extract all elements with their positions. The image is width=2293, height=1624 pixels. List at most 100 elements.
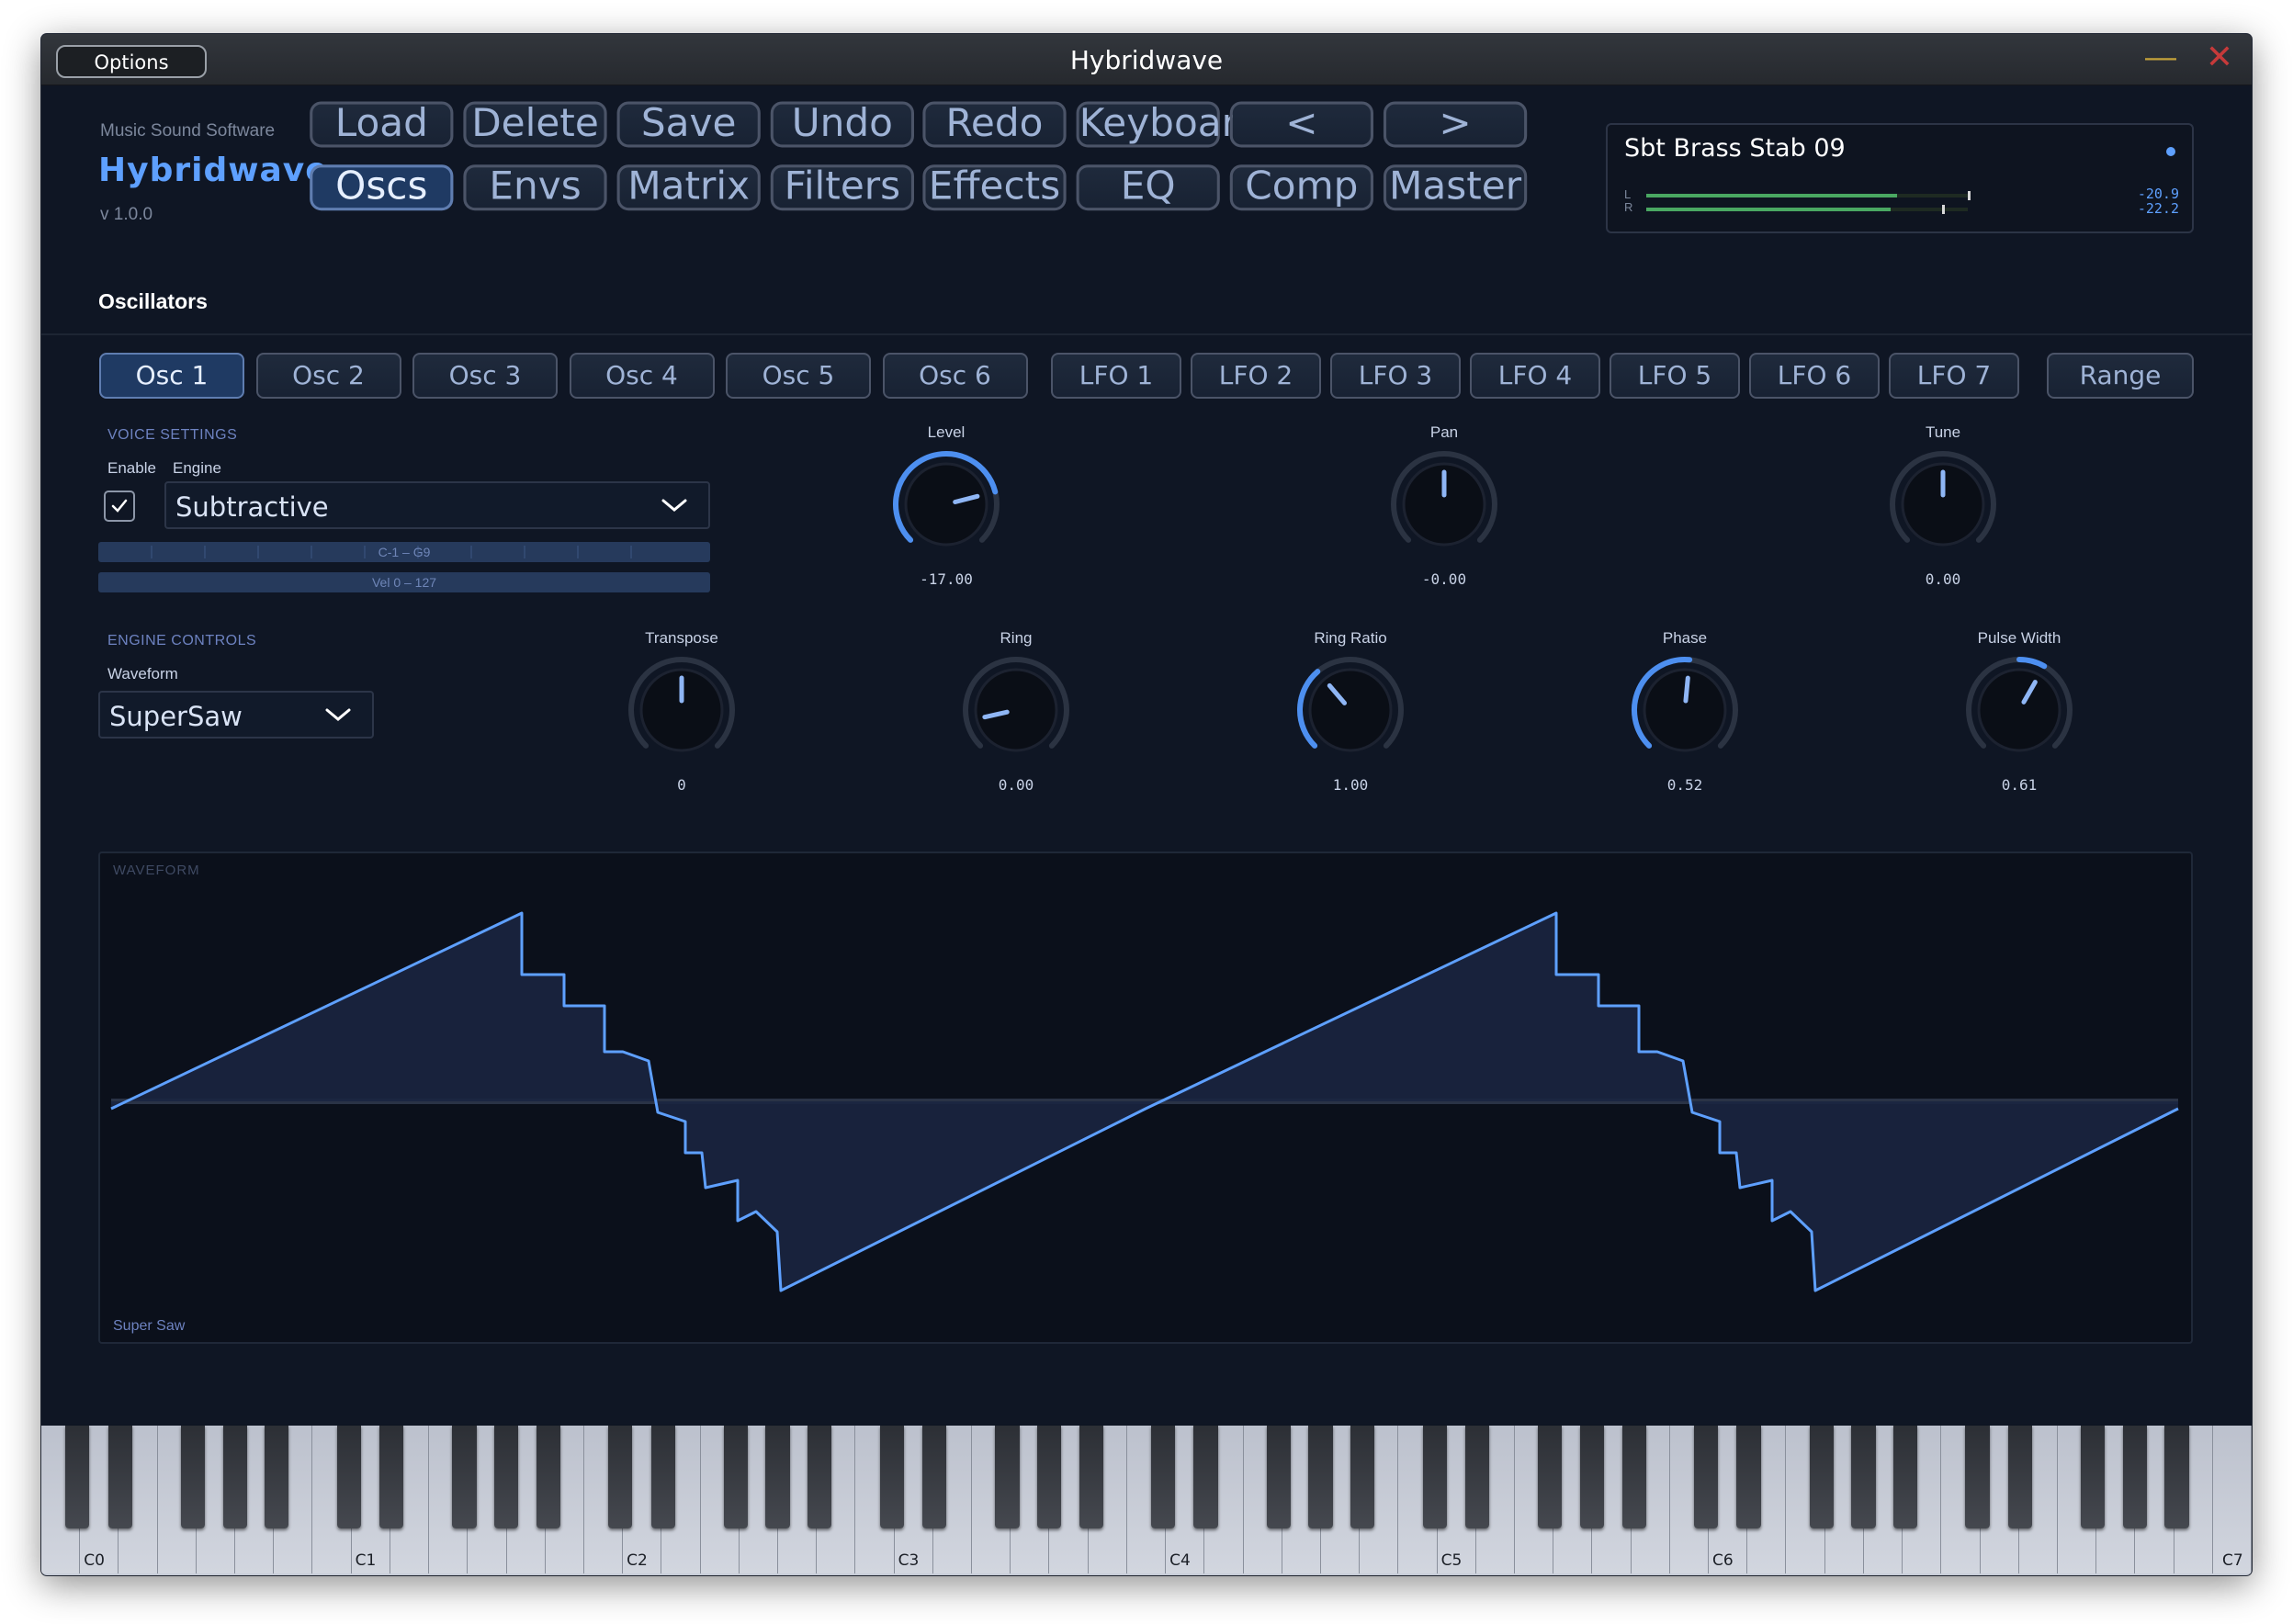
phase-knob-value: 0.52 — [1666, 776, 1703, 794]
eq-button[interactable]: EQ — [1076, 164, 1220, 211]
black-key[interactable] — [336, 1426, 361, 1528]
preset-display[interactable]: Sbt Brass Stab 09 L R -20.9 -22.2 — [1606, 123, 2194, 233]
black-key[interactable] — [222, 1426, 247, 1528]
black-key[interactable] — [1350, 1426, 1375, 1528]
effects-button[interactable]: Effects — [922, 164, 1067, 211]
save-button[interactable]: Save — [616, 101, 761, 148]
black-key[interactable] — [180, 1426, 206, 1528]
delete-button[interactable]: Delete — [463, 101, 607, 148]
tab-lfo-3[interactable]: LFO 3 — [1330, 353, 1461, 399]
prev-button[interactable]: < — [1229, 101, 1373, 148]
waveform-dropdown[interactable]: SuperSaw — [98, 691, 374, 739]
tab-osc-4[interactable]: Osc 4 — [569, 353, 715, 399]
tune-knob[interactable] — [1886, 447, 2000, 561]
black-key[interactable] — [1151, 1426, 1176, 1528]
tune-knob-label: Tune — [1925, 423, 1961, 441]
checkmark-icon — [111, 499, 128, 513]
velocity-range-label: Vel 0 – 127 — [371, 575, 437, 590]
ring-ratio-knob[interactable] — [1293, 653, 1407, 767]
meter-left-label: L — [1624, 187, 1632, 201]
minimize-icon[interactable]: — — [2145, 39, 2176, 75]
envs-button[interactable]: Envs — [463, 164, 607, 211]
black-key[interactable] — [765, 1426, 790, 1528]
black-key[interactable] — [107, 1426, 132, 1528]
tab-lfo-5[interactable]: LFO 5 — [1610, 353, 1740, 399]
black-key[interactable] — [1736, 1426, 1761, 1528]
black-key[interactable] — [1266, 1426, 1291, 1528]
enable-checkbox[interactable] — [104, 491, 135, 522]
next-button[interactable]: > — [1383, 101, 1528, 148]
redo-button[interactable]: Redo — [922, 101, 1067, 148]
undo-button[interactable]: Undo — [770, 101, 914, 148]
tab-osc-6[interactable]: Osc 6 — [882, 353, 1028, 399]
phase-knob[interactable] — [1628, 653, 1742, 767]
piano-keyboard[interactable]: C0 C1 C2 C3 C4 C5 C6 C7 — [41, 1426, 2252, 1575]
key-label-c6: C6 — [1712, 1551, 1734, 1570]
tune-knob-value: 0.00 — [1925, 570, 1961, 588]
black-key[interactable] — [995, 1426, 1020, 1528]
key-range-bar[interactable]: C-1 – G9 — [98, 542, 710, 562]
black-key[interactable] — [1621, 1426, 1646, 1528]
black-key[interactable] — [494, 1426, 519, 1528]
close-icon[interactable]: ✕ — [2206, 38, 2233, 76]
black-key[interactable] — [1193, 1426, 1218, 1528]
black-key[interactable] — [536, 1426, 560, 1528]
transpose-knob[interactable] — [625, 653, 739, 767]
tab-lfo-7[interactable]: LFO 7 — [1889, 353, 2019, 399]
tab-osc-1[interactable]: Osc 1 — [99, 353, 244, 399]
black-key[interactable] — [265, 1426, 289, 1528]
black-key[interactable] — [1694, 1426, 1719, 1528]
black-key[interactable] — [1422, 1426, 1447, 1528]
black-key[interactable] — [650, 1426, 675, 1528]
tab-lfo-6[interactable]: LFO 6 — [1749, 353, 1880, 399]
tab-osc-5[interactable]: Osc 5 — [726, 353, 871, 399]
filters-button[interactable]: Filters — [770, 164, 914, 211]
black-key[interactable] — [2122, 1426, 2148, 1528]
tab-lfo-4[interactable]: LFO 4 — [1470, 353, 1600, 399]
chevron-down-icon — [325, 708, 351, 721]
black-key[interactable] — [808, 1426, 832, 1528]
engine-controls-heading: ENGINE CONTROLS — [107, 633, 257, 648]
black-key[interactable] — [1538, 1426, 1563, 1528]
black-key[interactable] — [1965, 1426, 1990, 1528]
tab-lfo-2[interactable]: LFO 2 — [1191, 353, 1321, 399]
velocity-range-bar[interactable]: Vel 0 – 127 — [98, 572, 710, 592]
black-key[interactable] — [65, 1426, 90, 1528]
black-key[interactable] — [379, 1426, 404, 1528]
black-key[interactable] — [2007, 1426, 2033, 1528]
pulse-width-knob-arc — [2016, 657, 2048, 670]
pulse-width-knob[interactable] — [1962, 653, 2076, 767]
black-key[interactable] — [2164, 1426, 2189, 1528]
black-key[interactable] — [922, 1426, 947, 1528]
black-key[interactable] — [879, 1426, 904, 1528]
pan-knob[interactable] — [1387, 447, 1501, 561]
black-key[interactable] — [608, 1426, 633, 1528]
black-key[interactable] — [1464, 1426, 1490, 1528]
keyboard-button[interactable]: Keyboard — [1076, 101, 1261, 148]
load-button[interactable]: Load — [310, 101, 454, 148]
tab-osc-2[interactable]: Osc 2 — [255, 353, 401, 399]
comp-button[interactable]: Comp — [1229, 164, 1373, 211]
pulse-width-knob-value: 0.61 — [2001, 776, 2038, 794]
black-key[interactable] — [723, 1426, 749, 1528]
tab-osc-3[interactable]: Osc 3 — [412, 353, 558, 399]
master-button[interactable]: Master — [1383, 164, 1528, 211]
oscs-button[interactable]: Oscs — [310, 164, 454, 211]
black-key[interactable] — [1579, 1426, 1605, 1528]
engine-dropdown[interactable]: Subtractive — [164, 481, 710, 529]
black-key[interactable] — [1851, 1426, 1876, 1528]
black-key[interactable] — [1079, 1426, 1103, 1528]
black-key[interactable] — [452, 1426, 477, 1528]
black-key[interactable] — [2081, 1426, 2106, 1528]
level-knob[interactable] — [889, 447, 1003, 561]
ring-knob[interactable] — [959, 653, 1073, 767]
level-knob-value: -17.00 — [920, 570, 973, 588]
tab-lfo-1[interactable]: LFO 1 — [1051, 353, 1181, 399]
black-key[interactable] — [1809, 1426, 1834, 1528]
black-key[interactable] — [1308, 1426, 1333, 1528]
tab-range[interactable]: Range — [2047, 353, 2194, 399]
black-key[interactable] — [1892, 1426, 1918, 1528]
matrix-button[interactable]: Matrix — [616, 164, 761, 211]
black-key[interactable] — [1036, 1426, 1062, 1528]
transpose-knob-value: 0 — [677, 776, 686, 794]
